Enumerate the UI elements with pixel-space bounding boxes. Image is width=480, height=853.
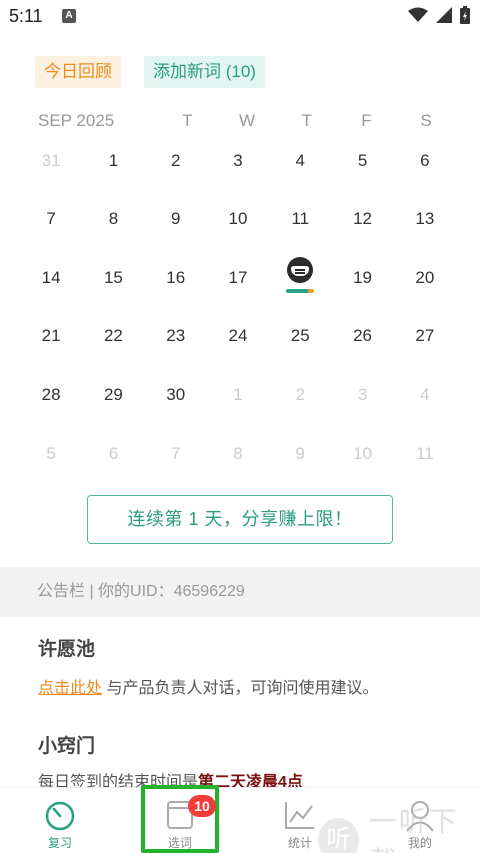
- calendar-day[interactable]: 25: [269, 323, 331, 349]
- calendar-day[interactable]: 21: [20, 323, 82, 349]
- calendar-header: SEP 2025 T W T F S: [20, 108, 456, 134]
- calendar-day[interactable]: 12: [331, 206, 393, 232]
- notification-icon: A: [62, 9, 76, 23]
- stats-chart-icon: [285, 802, 314, 829]
- calendar-week-row: 21 22 23 24 25 26 27: [20, 323, 456, 349]
- calendar-week-row: 7 8 9 10 11 12 13: [20, 206, 456, 232]
- calendar-day[interactable]: 9: [145, 206, 207, 232]
- calendar-day[interactable]: 14: [20, 265, 82, 291]
- weekday-label: W: [238, 111, 256, 130]
- calendar-day[interactable]: 7: [20, 206, 82, 232]
- calendar-day[interactable]: 15: [82, 265, 144, 291]
- wifi-icon: [408, 7, 428, 22]
- calendar-day[interactable]: 29: [82, 382, 144, 408]
- calendar-day[interactable]: 4: [269, 148, 331, 174]
- weekday-label: F: [361, 111, 372, 130]
- calendar-day[interactable]: 19: [331, 265, 393, 291]
- calendar-day[interactable]: 10: [331, 441, 393, 467]
- calendar-day[interactable]: 24: [207, 323, 269, 349]
- calendar-day[interactable]: 11: [269, 206, 331, 232]
- battery-icon: [460, 6, 470, 24]
- status-bar: 5:11 A: [0, 0, 480, 34]
- calendar-day[interactable]: 17: [207, 265, 269, 291]
- calendar-day[interactable]: 31: [20, 148, 82, 174]
- calendar-week-row: 14 15 16 17 19 20: [20, 257, 456, 293]
- weekday-label: T: [182, 111, 193, 130]
- calendar-day[interactable]: 8: [82, 206, 144, 232]
- calendar-day[interactable]: 2: [145, 148, 207, 174]
- click-here-link[interactable]: 点击此处: [38, 680, 102, 697]
- notice-bar: 公告栏 | 你的UID：46596229: [0, 567, 480, 617]
- wish-pool-title: 许愿池: [38, 639, 96, 660]
- calendar-day[interactable]: 3: [331, 382, 393, 408]
- calendar-week-row: 31 1 2 3 4 5 6: [20, 148, 456, 174]
- calendar-day[interactable]: 9: [269, 441, 331, 467]
- checkin-avatar-icon: [287, 257, 314, 283]
- watermark-text: 一听下载: [368, 806, 459, 853]
- calendar-day[interactable]: 5: [331, 148, 393, 174]
- calendar-day[interactable]: 6: [394, 148, 456, 174]
- calendar-month: SEP 2025: [38, 111, 115, 130]
- calendar-day-today[interactable]: [269, 257, 331, 293]
- calendar-day[interactable]: 26: [331, 323, 393, 349]
- weekday-label: S: [420, 111, 432, 130]
- review-clock-icon: [45, 801, 75, 831]
- select-words-badge: 10: [188, 795, 216, 817]
- nav-review-label: 复习: [47, 836, 72, 850]
- calendar-day[interactable]: 11: [394, 441, 456, 467]
- calendar-day[interactable]: 1: [82, 148, 144, 174]
- calendar-day[interactable]: 30: [145, 382, 207, 408]
- weekday-label: T: [301, 111, 312, 130]
- calendar-day[interactable]: 6: [82, 441, 144, 467]
- share-streak-button[interactable]: 连续第 1 天，分享赚上限！: [87, 495, 393, 544]
- status-icons: [408, 6, 470, 24]
- calendar-day[interactable]: 23: [145, 323, 207, 349]
- calendar-day[interactable]: 28: [20, 382, 82, 408]
- calendar-day[interactable]: 22: [82, 323, 144, 349]
- today-progress-bar: [286, 289, 315, 293]
- calendar-week-row: 5 6 7 8 9 10 11: [20, 441, 456, 467]
- calendar-day[interactable]: 10: [207, 206, 269, 232]
- today-review-tag[interactable]: 今日回顾: [35, 56, 121, 88]
- add-new-words-tag[interactable]: 添加新词 (10): [144, 56, 265, 88]
- calendar-week-row: 28 29 30 1 2 3 4: [20, 382, 456, 408]
- calendar-day[interactable]: 20: [394, 265, 456, 291]
- calendar-day[interactable]: 16: [145, 265, 207, 291]
- wish-pool-desc: 与产品负责人对话，可询问使用建议。: [102, 680, 379, 697]
- calendar-day[interactable]: 27: [394, 323, 456, 349]
- calendar-day[interactable]: 1: [207, 382, 269, 408]
- calendar-day[interactable]: 4: [394, 382, 456, 408]
- status-time: 5:11: [9, 6, 43, 26]
- wish-pool-text: 点击此处 与产品负责人对话，可询问使用建议。: [38, 674, 378, 698]
- watermark-logo: 听 一听下载: [318, 800, 480, 853]
- calendar-day[interactable]: 13: [394, 206, 456, 232]
- calendar-day[interactable]: 3: [207, 148, 269, 174]
- tips-title: 小窍门: [38, 736, 96, 757]
- nav-review[interactable]: 复习: [12, 788, 108, 853]
- calendar-day[interactable]: 8: [207, 441, 269, 467]
- calendar-day[interactable]: 2: [269, 382, 331, 408]
- signal-icon: [436, 7, 452, 23]
- calendar-day[interactable]: 7: [145, 441, 207, 467]
- calendar-day[interactable]: 5: [20, 441, 82, 467]
- watermark-glyph: 听: [318, 818, 359, 853]
